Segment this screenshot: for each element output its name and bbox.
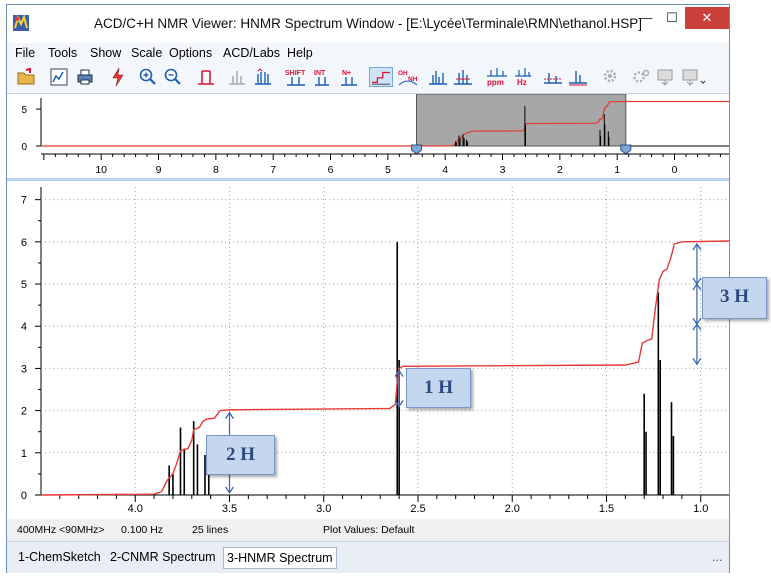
overview-x-label: 5: [385, 164, 391, 176]
int-icon-label: INT: [314, 70, 326, 77]
y-tick-label: 2: [21, 406, 27, 418]
overview-spectrum[interactable]: 5010 9 8 7 6 5 4 3 2 1 0: [7, 93, 729, 178]
minimize-button[interactable]: —: [633, 7, 659, 29]
overview-x-label: 9: [156, 164, 162, 176]
x-tick-label: 3.5: [222, 503, 237, 515]
zoom-handle-right[interactable]: [620, 144, 632, 155]
chart-icon[interactable]: [49, 67, 69, 87]
x-tick-label: 2.0: [505, 503, 520, 515]
nplus-icon[interactable]: N+: [339, 67, 359, 87]
zoom-in-icon[interactable]: [138, 67, 158, 87]
export-gray-icon: [657, 69, 673, 86]
y-tick-label: 1: [21, 448, 27, 460]
overview-x-label: 8: [213, 164, 219, 176]
status-frequency: 400MHz <90MHz>: [17, 524, 105, 536]
overview-x-label: 6: [328, 164, 334, 176]
ppm-icon[interactable]: ppm: [485, 67, 509, 87]
overview-x-label: 4: [442, 164, 448, 176]
int-icon[interactable]: INT: [313, 67, 331, 87]
overview-x-label: 2: [557, 164, 563, 176]
integral-curve-icon[interactable]: [369, 67, 393, 87]
print-icon[interactable]: [75, 67, 95, 87]
window-title: ACD/C+H NMR Viewer: HNMR Spectrum Window…: [93, 16, 643, 31]
tab-hnmr-spectrum[interactable]: 3-HNMR Spectrum: [223, 547, 337, 569]
zoom-window[interactable]: [416, 93, 627, 147]
multiplet-icon[interactable]: [253, 67, 273, 87]
menu-acdlabs[interactable]: ACD/Labs: [223, 46, 280, 60]
x-tick-label: 4.0: [128, 503, 143, 515]
zoom-out-icon[interactable]: [163, 67, 183, 87]
title-bar: ACD/C+H NMR Viewer: HNMR Spectrum Window…: [7, 5, 729, 43]
menu-scale[interactable]: Scale: [131, 46, 162, 60]
status-lines: 25 lines: [192, 524, 229, 536]
spectrum-icon[interactable]: [428, 67, 448, 87]
y-tick-label: 0: [21, 490, 27, 502]
document-tabs: 1-ChemSketch 2-CNMR Spectrum 3-HNMR Spec…: [7, 541, 729, 573]
menu-file[interactable]: File: [15, 46, 35, 60]
status-hz: 0.100 Hz: [121, 524, 164, 536]
baseline-icon[interactable]: [543, 67, 563, 87]
overview-x-label: 10: [95, 164, 107, 176]
nplus-icon-label: N+: [342, 70, 351, 77]
y-tick-label: 4: [21, 321, 27, 333]
app-window: ACD/C+H NMR Viewer: HNMR Spectrum Window…: [6, 4, 767, 573]
status-plot-values: Plot Values: Default: [323, 524, 415, 536]
peak-gray-icon: [229, 71, 245, 85]
close-button[interactable]: ✕: [685, 7, 729, 29]
hnmr-spectrum-plot[interactable]: 4.0 3.5 3.0 2.5 2.0 1.5 1.0 0 1 2 3 4 5 6 7: [7, 181, 730, 519]
maximize-button[interactable]: ☐: [659, 7, 685, 29]
lightning-icon[interactable]: [108, 67, 128, 87]
overview-x-label: 0: [672, 164, 678, 176]
spectrum-panel[interactable]: 4.0 3.5 3.0 2.5 2.0 1.5 1.0 0 1 2 3 4 5 6 7 2 H 1 H 3 …: [7, 181, 767, 519]
shift-icon-label: SHIFT: [285, 70, 306, 77]
tab-chemsketch[interactable]: 1-ChemSketch: [15, 547, 104, 567]
x-tick-label: 1.5: [599, 503, 614, 515]
gear-gray2-icon: [633, 69, 650, 83]
peak-icon[interactable]: [196, 67, 216, 87]
status-bar: 400MHz <90MHz> 0.100 Hz 25 lines Plot Va…: [7, 519, 729, 541]
tab-cnmr-spectrum[interactable]: 2-CNMR Spectrum: [107, 547, 219, 567]
export-gray2-icon: [682, 69, 706, 86]
overview-y-label: 5: [21, 105, 27, 116]
integration-label-2h: 2 H: [206, 435, 275, 475]
integration-arrow-2: [692, 242, 702, 366]
menu-show[interactable]: Show: [90, 46, 121, 60]
shift-icon[interactable]: SHIFT: [285, 67, 307, 87]
menu-tools[interactable]: Tools: [48, 46, 77, 60]
overview-x-label: 1: [614, 164, 620, 176]
oh-nh-icon[interactable]: OHNH: [397, 67, 419, 87]
x-tick-label: 3.0: [316, 503, 331, 515]
menu-options[interactable]: Options: [169, 46, 212, 60]
overview-x-label: 3: [500, 164, 506, 176]
x-tick-label: 2.5: [410, 503, 425, 515]
hz-icon[interactable]: Hz: [513, 67, 533, 87]
gear-gray-icon: [603, 69, 617, 83]
ppm-icon-label: ppm: [487, 78, 504, 87]
zoom-handle-left[interactable]: [411, 144, 423, 155]
integration-label-1h: 1 H: [406, 368, 471, 408]
x-tick-label: 1.0: [693, 503, 708, 515]
open-icon[interactable]: [16, 67, 36, 87]
menu-bar: File Tools Show Scale Options ACD/Labs H…: [7, 43, 729, 63]
y-tick-label: 5: [21, 279, 27, 291]
oh-label: OH: [398, 70, 408, 77]
overview-y-label: 0: [21, 142, 27, 153]
spectrum-alt-icon[interactable]: [453, 67, 473, 87]
menu-help[interactable]: Help: [287, 46, 313, 60]
tabs-more[interactable]: ...: [709, 547, 725, 567]
overview-x-label: 7: [270, 164, 276, 176]
integration-label-3h: 3 H: [702, 277, 767, 319]
y-tick-label: 7: [21, 195, 27, 207]
hz-icon-label: Hz: [517, 78, 527, 87]
y-tick-label: 6: [21, 237, 27, 249]
overview-panel[interactable]: 5 0 10 9 8 7 6 5 4 3 2 1 0: [7, 93, 729, 178]
y-tick-label: 3: [21, 363, 27, 375]
baseline-alt-icon[interactable]: [568, 67, 588, 87]
toolbar: SHIFT INT N+ OH NH ppm Hz: [7, 63, 729, 94]
